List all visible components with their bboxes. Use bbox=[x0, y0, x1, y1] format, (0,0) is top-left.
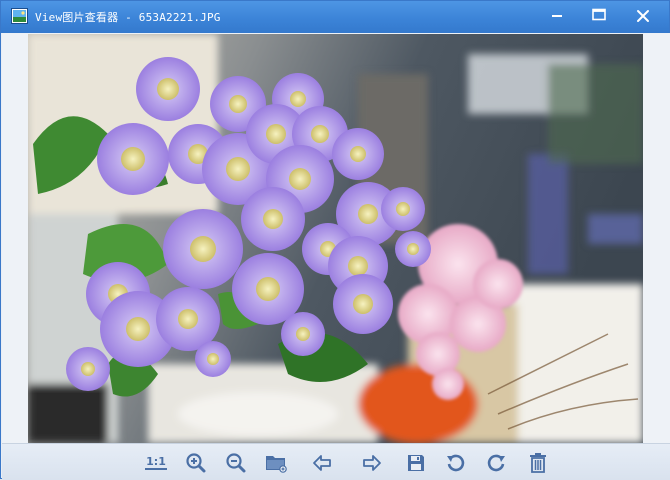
actual-size-label: 1:1 bbox=[145, 455, 167, 470]
save-icon bbox=[408, 455, 424, 471]
trash-icon bbox=[530, 453, 546, 473]
app-photo-icon bbox=[11, 8, 28, 24]
rotate-left-button[interactable] bbox=[444, 452, 468, 474]
previous-button[interactable] bbox=[310, 452, 334, 474]
zoom-out-icon bbox=[226, 453, 246, 473]
save-button[interactable] bbox=[404, 452, 428, 474]
close-icon bbox=[637, 10, 649, 22]
actual-size-button[interactable]: 1:1 bbox=[144, 452, 168, 474]
maximize-icon bbox=[592, 8, 606, 21]
minimize-button[interactable] bbox=[537, 1, 577, 31]
folder-icon bbox=[266, 456, 287, 473]
open-folder-button[interactable] bbox=[264, 452, 288, 474]
next-button[interactable] bbox=[360, 452, 384, 474]
maximize-button[interactable] bbox=[579, 1, 619, 31]
arrow-left-icon bbox=[313, 455, 331, 471]
zoom-out-button[interactable] bbox=[224, 452, 248, 474]
image-viewport[interactable] bbox=[2, 33, 670, 443]
rotate-cw-icon bbox=[487, 454, 505, 472]
title-bar[interactable]: View图片查看器 - 653A2221.JPG bbox=[1, 1, 669, 33]
zoom-in-button[interactable] bbox=[184, 452, 208, 474]
image-viewer-window: View图片查看器 - 653A2221.JPG 1:1 bbox=[0, 0, 670, 480]
rotate-ccw-icon bbox=[447, 454, 465, 472]
arrow-right-icon bbox=[363, 455, 381, 471]
photo-image bbox=[28, 34, 643, 443]
viewer-toolbar: 1:1 bbox=[2, 443, 670, 480]
zoom-in-icon bbox=[186, 453, 206, 473]
window-title: View图片查看器 - 653A2221.JPG bbox=[35, 11, 221, 24]
delete-button[interactable] bbox=[526, 452, 550, 474]
minimize-icon bbox=[552, 15, 562, 17]
close-button[interactable] bbox=[623, 1, 663, 31]
rotate-right-button[interactable] bbox=[484, 452, 508, 474]
